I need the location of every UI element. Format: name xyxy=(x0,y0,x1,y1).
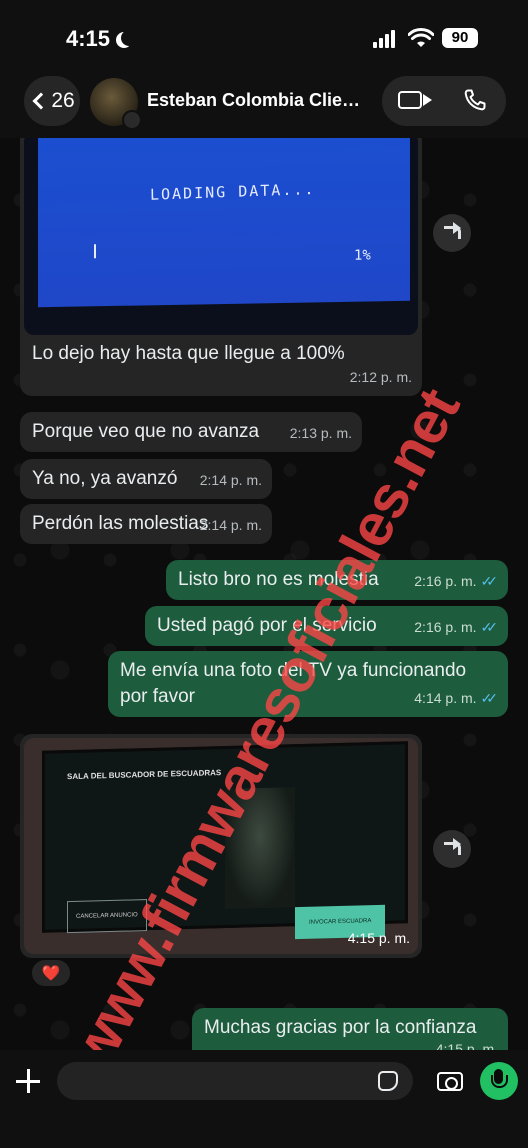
unread-count: 26 xyxy=(51,89,75,112)
forward-button[interactable] xyxy=(433,830,471,868)
message-text: Perdón las molestias xyxy=(32,513,209,534)
camera-icon[interactable] xyxy=(437,1072,463,1091)
tv-title: SALA DEL BUSCADOR DE ESCUADRAS xyxy=(67,768,222,782)
message-text: Listo bro no es molestia xyxy=(178,569,379,590)
image-message[interactable]: LOADING DATA... 1% Lo dejo hay hasta que… xyxy=(20,138,422,396)
chevron-left-icon xyxy=(32,92,50,110)
outgoing-message[interactable]: Listo bro no es molestia 2:16 p. m. ✓✓ xyxy=(166,560,508,600)
photo-cursor xyxy=(94,244,96,259)
message-list[interactable]: LOADING DATA... 1% Lo dejo hay hasta que… xyxy=(0,138,528,1058)
message-input[interactable] xyxy=(57,1062,413,1100)
message-text: Ya no, ya avanzó xyxy=(32,468,178,489)
mic-button[interactable] xyxy=(480,1062,518,1100)
composer xyxy=(0,1050,528,1148)
do-not-disturb-icon xyxy=(121,30,137,46)
tv-cancel-label: CANCELAR ANUNCIO xyxy=(67,899,147,934)
message-photo[interactable]: LOADING DATA... 1% xyxy=(24,138,418,335)
video-call-icon[interactable] xyxy=(398,91,432,109)
read-receipt-icon: ✓✓ xyxy=(480,573,499,589)
message-time: 2:16 p. m. ✓✓ xyxy=(414,569,498,593)
message-time: 2:14 p. m. xyxy=(199,517,262,533)
outgoing-message[interactable]: Me envía una foto del TV ya funcionando … xyxy=(108,651,508,717)
message-time: 2:12 p. m. xyxy=(349,369,412,385)
status-time: 4:15 xyxy=(66,26,111,51)
tv-screen: SALA DEL BUSCADOR DE ESCUADRAS CANCELAR … xyxy=(42,741,408,940)
tv-loading-screen: LOADING DATA... 1% xyxy=(38,138,410,308)
message-time: 2:14 p. m. xyxy=(199,472,262,488)
message-time: 4:15 p. m. xyxy=(347,930,410,946)
forward-button[interactable] xyxy=(433,214,471,252)
heart-reaction[interactable]: ❤️ xyxy=(30,958,72,988)
message-time: 2:13 p. m. xyxy=(289,425,352,441)
read-receipt-icon: ✓✓ xyxy=(480,690,499,706)
message-text: Porque veo que no avanza xyxy=(32,421,260,442)
photo-loading-text: LOADING DATA... xyxy=(149,179,316,204)
phone-icon[interactable] xyxy=(463,88,487,112)
message-time: 2:16 p. m. ✓✓ xyxy=(414,615,498,639)
battery-indicator: 90 xyxy=(442,28,478,48)
tv-character xyxy=(225,787,295,909)
chat-header: 26 Esteban Colombia Client... xyxy=(0,70,528,138)
incoming-message[interactable]: Ya no, ya avanzó 2:14 p. m. xyxy=(20,459,272,499)
wifi-icon xyxy=(408,28,434,47)
image-message[interactable]: SALA DEL BUSCADOR DE ESCUADRAS CANCELAR … xyxy=(20,734,422,958)
incoming-message[interactable]: Perdón las molestias 2:14 p. m. xyxy=(20,504,272,544)
contact-name[interactable]: Esteban Colombia Client... xyxy=(147,90,367,111)
cellular-signal-icon xyxy=(373,30,399,48)
outgoing-message[interactable]: Usted pagó por el servicio 2:16 p. m. ✓✓ xyxy=(145,606,508,646)
photo-percent-text: 1% xyxy=(354,247,371,264)
message-text: Lo dejo hay hasta que llegue a 100% xyxy=(32,343,345,364)
back-button[interactable]: 26 xyxy=(24,76,80,126)
message-text-line-1: Me envía una foto del TV ya funcionando xyxy=(120,660,467,681)
message-text: Usted pagó por el servicio xyxy=(157,615,377,636)
message-time: 4:14 p. m. ✓✓ xyxy=(414,686,498,710)
incoming-message[interactable]: Porque veo que no avanza 2:13 p. m. xyxy=(20,412,362,452)
sticker-icon[interactable] xyxy=(378,1071,398,1091)
status-bar: 4:15 90 xyxy=(0,0,528,70)
message-text-line-2: por favor xyxy=(120,686,195,707)
plus-icon[interactable] xyxy=(16,1069,40,1093)
status-badge xyxy=(122,110,142,130)
read-receipt-icon: ✓✓ xyxy=(480,619,499,635)
message-photo[interactable]: SALA DEL BUSCADOR DE ESCUADRAS CANCELAR … xyxy=(24,738,418,954)
